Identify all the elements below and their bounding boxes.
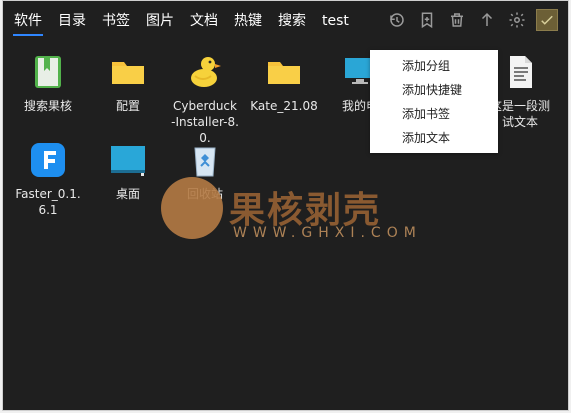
document-icon: [500, 52, 540, 92]
tile-label: 配置: [115, 99, 140, 113]
tile-label: Faster_0.1.6.1: [15, 187, 81, 217]
desktop-icon: [108, 140, 148, 180]
folder-tile[interactable]: Kate_21.08: [250, 52, 318, 114]
recycle-bin-icon: [185, 140, 225, 180]
tab-images[interactable]: 图片: [145, 11, 175, 31]
trash-icon[interactable]: [446, 9, 468, 31]
watermark-title: 果核剥壳: [229, 190, 382, 231]
launcher-window: 软件 目录 书签 图片 文档 热键 搜索 test 搜索果核 配置 Cyberd…: [2, 0, 569, 411]
folder-tile[interactable]: 配置: [94, 52, 162, 114]
tab-software[interactable]: 软件: [13, 11, 43, 36]
rubber-duck-icon: [185, 52, 225, 92]
menu-item-add-text[interactable]: 添加文本: [370, 126, 498, 150]
toolbar: [386, 9, 558, 31]
context-menu: 添加分组 添加快捷键 添加书签 添加文本: [370, 50, 498, 153]
tab-search[interactable]: 搜索: [277, 11, 307, 31]
gear-icon[interactable]: [506, 9, 528, 31]
watermark-subtitle: WWW.GHXI.COM: [233, 225, 422, 241]
desktop-tile[interactable]: 桌面: [94, 140, 162, 202]
tile-label: 桌面: [115, 187, 140, 201]
app-tile[interactable]: Cyberduck-Installer-8.0.: [171, 52, 239, 146]
faster-app-icon: [28, 140, 68, 180]
tab-hotkeys[interactable]: 热键: [233, 11, 263, 31]
folder-icon: [264, 52, 304, 92]
top-bar: 软件 目录 书签 图片 文档 热键 搜索 test: [3, 1, 568, 41]
tile-label: Kate_21.08: [250, 99, 318, 113]
recycle-bin-tile[interactable]: 回收站: [171, 140, 239, 202]
tab-directory[interactable]: 目录: [57, 11, 87, 31]
tab-bar: 软件 目录 书签 图片 文档 热键 搜索 test: [13, 11, 350, 36]
app-tile[interactable]: 搜索果核: [14, 52, 82, 114]
book-app-icon: [28, 52, 68, 92]
tab-bookmarks[interactable]: 书签: [101, 11, 131, 31]
menu-item-add-hotkey[interactable]: 添加快捷键: [370, 78, 498, 102]
folder-icon: [108, 52, 148, 92]
menu-item-add-group[interactable]: 添加分组: [370, 54, 498, 78]
upload-arrow-icon[interactable]: [476, 9, 498, 31]
tab-test[interactable]: test: [321, 11, 350, 31]
menu-item-add-bookmark[interactable]: 添加书签: [370, 102, 498, 126]
tile-label: 搜索果核: [23, 99, 72, 113]
tile-label: Cyberduck-Installer-8.0.: [171, 99, 239, 145]
history-icon[interactable]: [386, 9, 408, 31]
bookmark-add-icon[interactable]: [416, 9, 438, 31]
app-tile[interactable]: Faster_0.1.6.1: [14, 140, 82, 218]
tab-documents[interactable]: 文档: [189, 11, 219, 31]
accent-theme-icon[interactable]: [536, 9, 558, 31]
tile-label: 回收站: [186, 187, 223, 201]
